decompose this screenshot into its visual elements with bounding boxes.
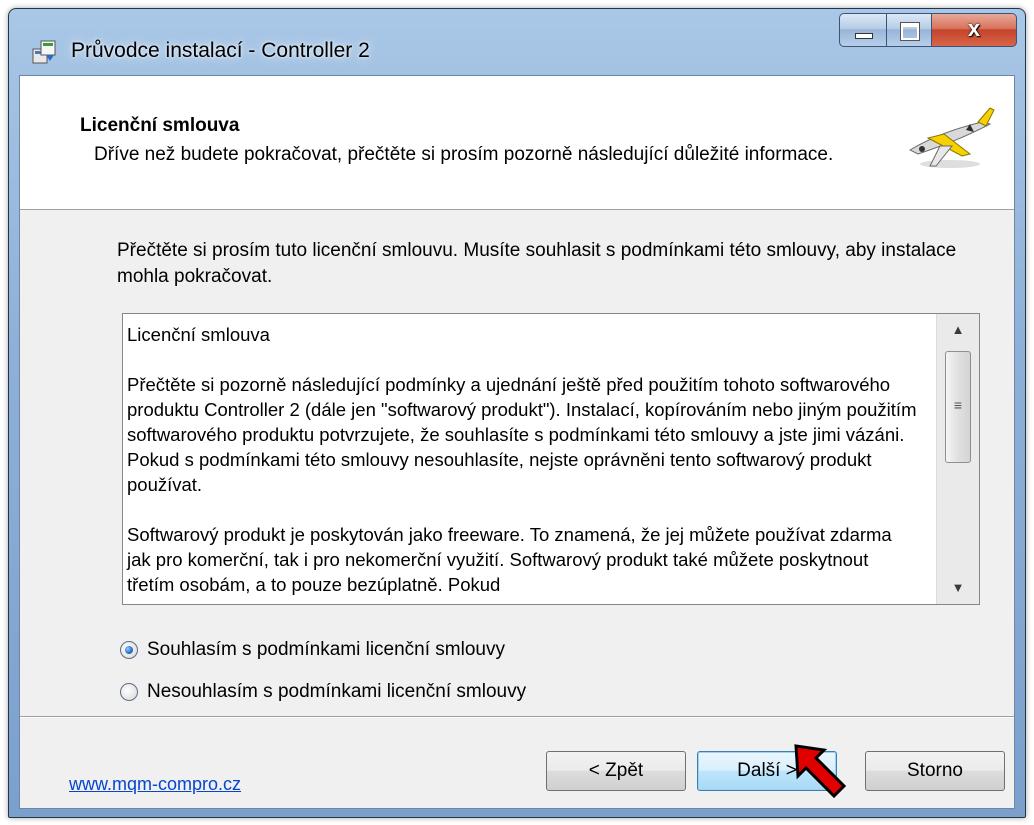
page-title: Licenční smlouva <box>80 115 240 136</box>
caption-buttons: x <box>839 13 1017 47</box>
airplane-icon <box>908 107 995 168</box>
title-bar[interactable]: Průvodce instalací - Controller 2 x <box>9 9 1025 75</box>
close-button[interactable]: x <box>932 13 1017 47</box>
red-arrow-icon <box>794 744 847 799</box>
maximize-icon <box>900 22 920 41</box>
instruction-text: Přečtěte si prosím tuto licenční smlouvu… <box>117 240 957 287</box>
license-text: Licenční smlouva Přečtěte si pozorně nás… <box>127 324 917 595</box>
installer-icon <box>32 40 56 64</box>
close-icon: x <box>967 16 981 41</box>
accept-option[interactable]: Souhlasím s podmínkami licenční smlouvy <box>120 635 505 665</box>
window-title: Průvodce instalací - Controller 2 <box>71 39 370 62</box>
accept-label: Souhlasím s podmínkami licenční smlouvy <box>147 639 505 660</box>
scrollbar-thumb[interactable]: ≡ <box>945 351 971 463</box>
wizard-client-area: Licenční smlouva Dříve než budete pokrač… <box>19 75 1015 809</box>
decline-label: Nesouhlasím s podmínkami licenční smlouv… <box>147 681 527 702</box>
maximize-button[interactable] <box>887 13 932 47</box>
accept-radio[interactable] <box>120 641 138 659</box>
cancel-button[interactable]: Storno <box>865 751 1005 791</box>
decline-option[interactable]: Nesouhlasím s podmínkami licenční smlouv… <box>120 677 526 707</box>
vertical-scrollbar[interactable]: ▲ ≡ ▼ <box>936 314 979 604</box>
wizard-header: Licenční smlouva Dříve než budete pokrač… <box>20 76 1014 210</box>
minimize-button[interactable] <box>839 13 887 47</box>
page-subtitle: Dříve než budete pokračovat, přečtěte si… <box>94 144 834 165</box>
scroll-down-icon[interactable]: ▼ <box>937 572 979 604</box>
website-link[interactable]: www.mqm-compro.cz <box>69 774 241 795</box>
footer-separator <box>20 716 1014 718</box>
minimize-icon <box>855 33 873 39</box>
license-textbox[interactable]: Licenční smlouva Přečtěte si pozorně nás… <box>122 313 980 605</box>
back-button[interactable]: < Zpět <box>546 751 686 791</box>
grip-icon: ≡ <box>953 397 963 413</box>
decline-radio[interactable] <box>120 683 138 701</box>
scroll-up-icon[interactable]: ▲ <box>937 314 979 346</box>
installer-window: Průvodce instalací - Controller 2 x Lice… <box>8 8 1026 818</box>
